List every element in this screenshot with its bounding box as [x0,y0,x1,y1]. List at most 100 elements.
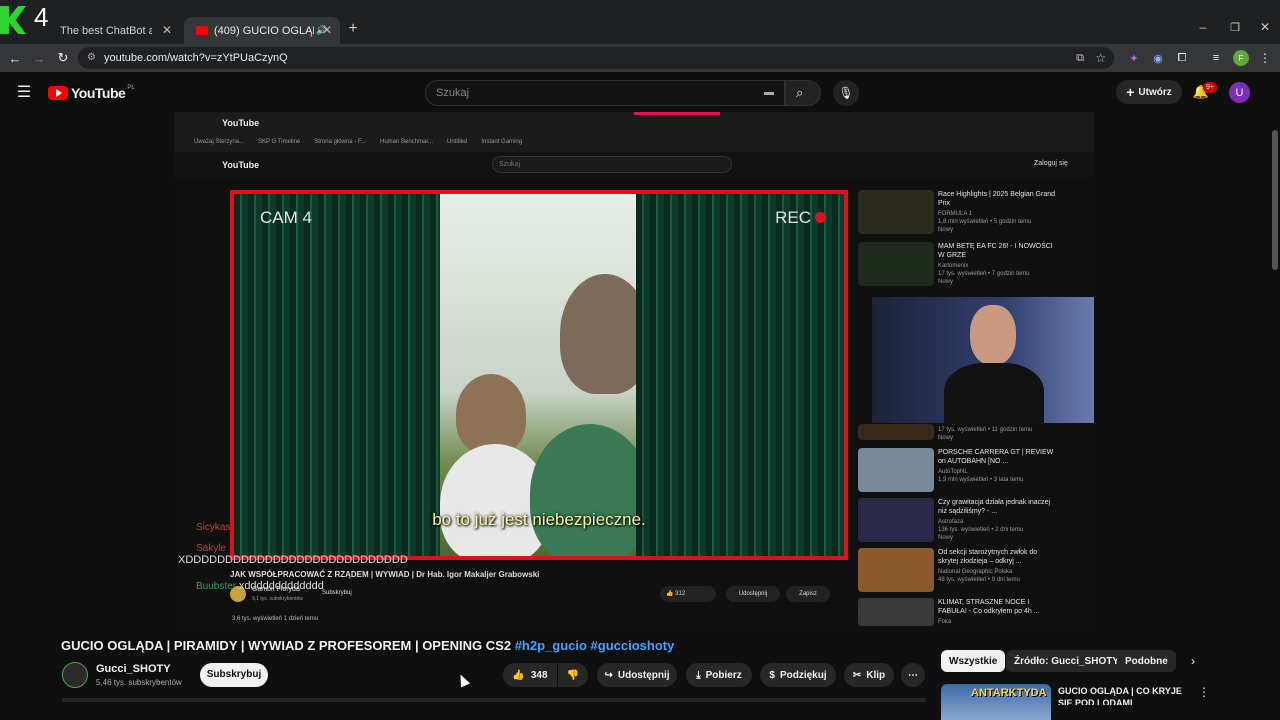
extension-icon[interactable]: ✦ [1126,50,1142,66]
chip-source[interactable]: Źródło: Gucci_SHOTY [1006,650,1128,672]
extensions-puzzle-icon[interactable]: ⧠ [1174,50,1190,66]
chat-message: Sakyle [178,543,418,554]
video-channel: FORMULA 1 [938,211,973,217]
browser-menu-icon[interactable]: ⋮ [1258,50,1272,66]
suggested-video-menu-icon[interactable]: ⋮ [1198,684,1210,700]
new-tab-icon[interactable]: + [344,20,362,38]
search-icon: ⌕ [796,85,804,100]
clip-label: Klip [866,669,886,681]
video-title: Czy grawitacja działa jednak inaczej niż… [938,499,1051,515]
rec-dot-icon [815,212,826,223]
site-info-icon[interactable]: ⚙ [87,47,96,69]
video-meta: FORMULA 1 1,8 mln wyświetleń • 5 godzin t… [938,210,1058,234]
inner-sidebar-video: Race Highlights | 2025 Belgian Grand Pri… [858,190,1088,236]
bookmark: SKP G Timeline [258,139,301,145]
video-title: Od sekcji starożytnych zwłok do skrytej … [938,549,1038,565]
chat-user: Sakyle [196,543,227,554]
inner-share-button: Udostępnij [726,586,780,602]
inner-youtube-logo: YouTube [222,118,260,128]
back-icon[interactable]: ← [6,49,24,67]
subscribe-button[interactable]: Subskrybuj [200,663,268,687]
like-button[interactable]: 👍 348 [503,663,557,687]
chip-related[interactable]: Podobne [1117,650,1176,672]
channel-avatar[interactable] [62,662,88,688]
share-button[interactable]: ↪ Udostępnij [597,663,677,687]
hamburger-menu-icon[interactable]: ☰ [14,82,34,102]
video-channel: Foka [938,619,952,625]
rec-label: REC [775,208,811,227]
close-window-icon[interactable]: ✕ [1258,20,1272,34]
inner-search-placeholder: Szukaj [499,161,521,168]
youtube-logo-text: YouTube [71,85,126,101]
thumbnail-text: ANTARKTYDA [971,687,1047,699]
notification-count-badge: 9+ [1203,82,1217,93]
video-thumbnail [858,424,934,440]
channel-name[interactable]: Gucci_SHOTY [96,663,171,675]
video-meta: 17 tys. wyświetleń • 11 godzin temu Nowy [938,426,1058,442]
bookmark: Instant Gaming [481,139,523,145]
voice-search-icon[interactable]: 🎙 [833,80,859,106]
install-icon[interactable]: ⧉ [1076,47,1084,69]
account-avatar[interactable]: U [1229,82,1250,103]
reload-icon[interactable]: ↻ [54,49,72,67]
download-icon: ⤓ [696,669,701,681]
close-icon[interactable]: ✕ [322,23,332,37]
bookmark-star-icon[interactable]: ☆ [1095,47,1106,69]
video-meta: Foka [938,618,1058,626]
thanks-button[interactable]: $ Podziękuj [760,663,836,687]
create-button[interactable]: + Utwórz [1116,80,1182,104]
streamer-webcam [872,297,1094,423]
dislike-icon: 👎 [566,669,580,681]
matrix-panel-left [234,194,440,556]
tab-chatbot[interactable]: The best ChatBot and Widgets ✕ [30,17,180,44]
tab-label: The best ChatBot and Widgets [60,24,152,37]
plus-icon: + [1126,84,1135,100]
inner-sidebar-video: MAM BETĘ EA FC 26! - I NOWOŚCI W GRZE Ka… [858,242,1088,288]
chat-message: Sicykas [178,522,418,533]
video-player[interactable]: YouTube Uważaj Sterzyna... SKP G Timelin… [174,112,1094,628]
bookmark: Strona główna - F... [314,139,366,145]
close-icon[interactable]: ✕ [162,23,172,37]
inner-like-count: 312 [675,591,686,597]
minimize-icon[interactable]: – [1196,20,1210,34]
media-control-icon[interactable]: ≡ [1208,50,1224,66]
video-thumbnail [858,190,934,234]
tab-youtube[interactable]: (409) GUCIO OGLĄDA | PIR... 🔊 ✕ [184,17,340,44]
url-bar[interactable]: ⚙ youtube.com/watch?v=zYtPUaCzynQ ☆ ⧉ [78,47,1114,69]
camera-frame: CAM 4 REC bo to już jest niebezpieczne. [230,190,848,560]
more-actions-button[interactable]: ⋯ [901,663,925,687]
inner-sidebar-video: PORSCHE CARRERA GT | REVIEW on AUTOBAHN … [858,448,1088,494]
inner-channel-subs: 9,1 tys. subskrybentów [252,596,303,602]
download-label: Pobierz [705,669,742,681]
suggested-video-title[interactable]: GUCIO OGLĄDA | CO KRYJE SIĘ POD LODAMI A… [1058,685,1198,705]
inner-youtube-header: YouTube Szukaj Zaloguj się [174,152,1094,178]
forward-icon[interactable]: → [30,49,48,67]
chip-all[interactable]: Wszystkie [941,650,1006,672]
bookmark: Untitled [447,139,468,145]
extension-icon[interactable]: ◉ [1150,50,1166,66]
clip-button[interactable]: ✂ Klip [844,663,894,687]
video-thumbnail [858,242,934,286]
keyboard-icon[interactable]: ▬ [764,81,774,105]
search-placeholder: Szukaj [436,87,470,99]
search-input[interactable]: Szukaj ▬ [425,80,785,106]
man-right-body [530,424,650,556]
new-badge: Nowy [938,227,954,233]
dislike-button[interactable]: 👎 [558,663,588,687]
suggested-video-thumbnail[interactable]: ANTARKTYDA [941,684,1051,720]
video-thumbnail [858,448,934,492]
url-text: youtube.com/watch?v=zYtPUaCzynQ [104,52,288,64]
youtube-play-icon [48,86,68,100]
video-hashtags[interactable]: #h2p_gucio #guccioshoty [515,638,675,653]
video-meta: Kartomenix 17 tys. wyświetleń • 7 godzin … [938,262,1058,286]
chevron-right-icon[interactable]: › [1184,652,1202,670]
download-button[interactable]: ⤓ Pobierz [686,663,752,687]
restore-icon[interactable]: ❐ [1228,20,1242,34]
profile-avatar[interactable]: F [1233,50,1249,66]
matrix-panel-right [636,194,844,556]
inner-red-accent [634,112,720,115]
youtube-logo[interactable]: YouTube PL [48,85,135,101]
inner-login: Zaloguj się [1034,160,1068,167]
search-button[interactable]: ⌕ [785,80,821,106]
page-scrollbar[interactable] [1272,130,1278,270]
